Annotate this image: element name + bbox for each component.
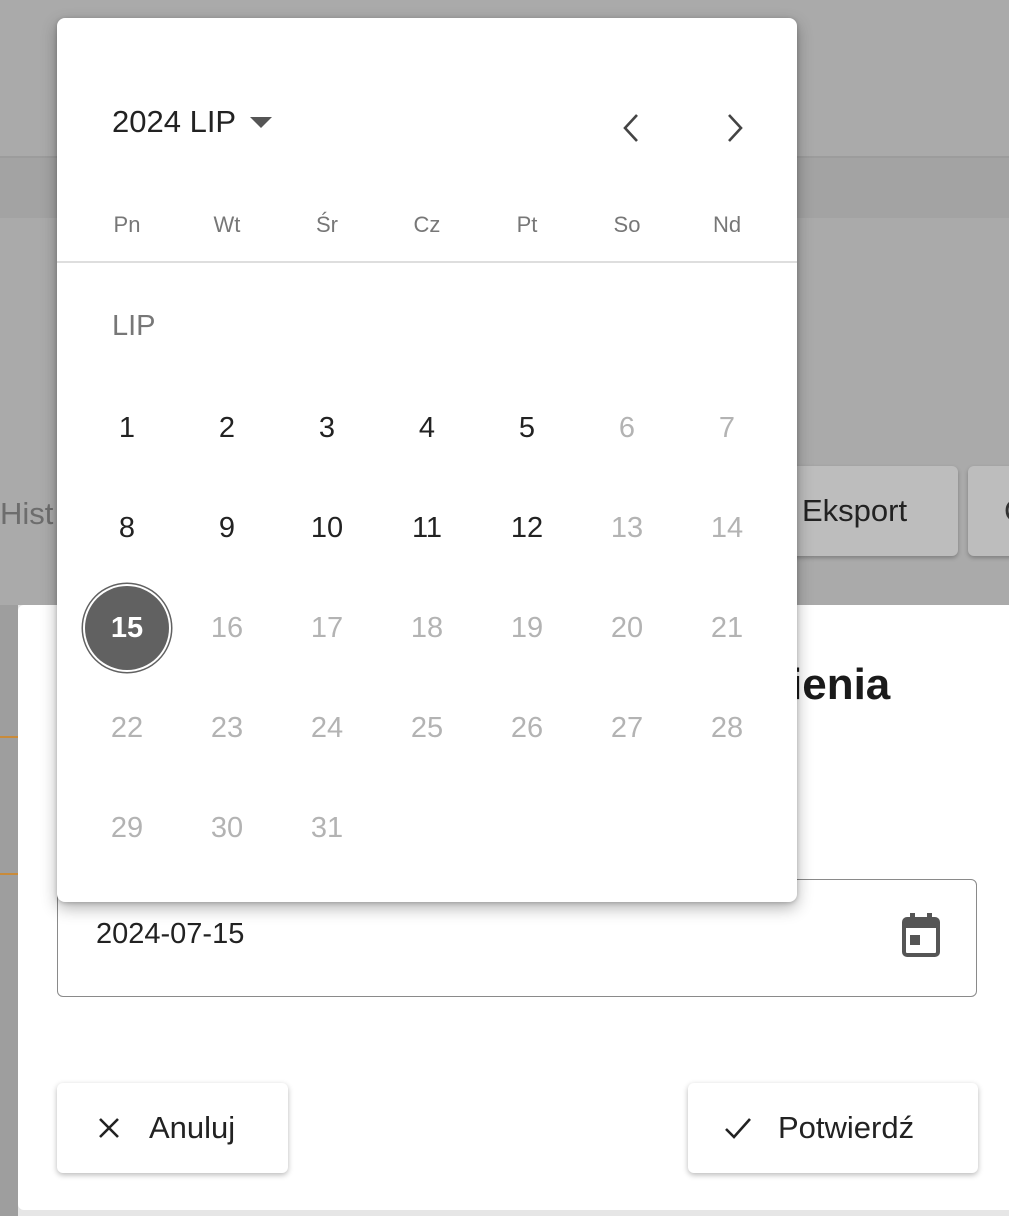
weekday-label: Nd [712, 212, 742, 237]
dialog-title: ienia [790, 660, 891, 709]
close-icon [95, 1114, 123, 1142]
day-cell[interactable]: 3 [277, 378, 377, 478]
weekday-label: So [613, 212, 641, 237]
day-cell-disabled: 17 [310, 611, 344, 644]
picker-divider [57, 261, 797, 263]
day-cell-disabled: 27 [610, 711, 644, 744]
day-cell-disabled: 30 [210, 811, 244, 844]
day-cell-empty [677, 778, 777, 878]
day-cell-disabled: 19 [510, 611, 544, 644]
picker-header-label: 2024 LIP [112, 104, 237, 139]
date-input-value[interactable]: 2024-07-15 [96, 918, 244, 951]
day-cell-empty [577, 778, 677, 878]
weekday-label: Pt [516, 212, 538, 237]
day-cell-empty [377, 778, 477, 878]
day-cell[interactable]: 11 [377, 478, 477, 578]
day-cell-disabled: 7 [718, 411, 736, 444]
caret-down-icon [250, 116, 273, 128]
chevron-right-icon [728, 114, 743, 142]
day-cell-disabled: 6 [618, 411, 636, 444]
day-cell[interactable]: 1 [77, 378, 177, 478]
day-cell-disabled: 24 [310, 711, 344, 744]
export-button: Eksport [784, 466, 958, 556]
day-cell-disabled: 25 [410, 711, 444, 744]
day-cell[interactable]: 2 [177, 378, 277, 478]
day-cell-disabled: 26 [510, 711, 544, 744]
month-year-selector[interactable]: 2024 LIP [112, 104, 273, 140]
month-label: LIP [112, 310, 156, 342]
history-tab-partial: Hist [0, 496, 54, 531]
background-accent-line [0, 736, 18, 738]
day-cell-disabled: 13 [610, 511, 644, 544]
weekday-header-row: Pn Wt Śr Cz Pt So Nd [77, 208, 777, 242]
day-cell-disabled: 29 [110, 811, 144, 844]
next-button-partial: C [968, 466, 1009, 556]
day-cell-disabled: 31 [310, 811, 344, 844]
day-cell[interactable]: 10 [277, 478, 377, 578]
weekday-label: Wt [213, 212, 241, 237]
cancel-button-label: Anuluj [149, 1110, 236, 1145]
weekday-label: Pn [113, 212, 141, 237]
day-cell-disabled: 20 [610, 611, 644, 644]
day-cell[interactable]: 12 [477, 478, 577, 578]
day-cell[interactable]: 8 [77, 478, 177, 578]
weekday-label: Cz [413, 212, 441, 237]
day-cell-disabled: 16 [210, 611, 244, 644]
cancel-button[interactable]: Anuluj [57, 1083, 288, 1173]
selected-day-label: 15 [85, 586, 169, 670]
day-cell-disabled: 18 [410, 611, 444, 644]
confirm-button[interactable]: Potwierdź [688, 1083, 978, 1173]
day-cell-empty [477, 778, 577, 878]
chevron-left-icon [623, 114, 638, 142]
day-cell[interactable]: 9 [177, 478, 277, 578]
confirm-button-label: Potwierdź [778, 1110, 915, 1145]
day-cell-disabled: 23 [210, 711, 244, 744]
day-cell[interactable]: 5 [477, 378, 577, 478]
day-cell[interactable]: 4 [377, 378, 477, 478]
calendar-icon[interactable] [896, 910, 946, 960]
background-accent-line [0, 873, 18, 875]
day-cell-selected[interactable]: 15 [77, 578, 177, 678]
weekday-label: Śr [316, 212, 338, 237]
check-icon [724, 1114, 752, 1142]
background-left-edge [0, 605, 18, 1216]
next-month-button[interactable] [705, 98, 765, 158]
previous-month-button[interactable] [601, 98, 661, 158]
date-picker-popup: 2024 LIP Pn Wt Śr Cz Pt So Nd LIP 1 2 3 … [57, 18, 797, 902]
day-cell-disabled: 28 [710, 711, 744, 744]
day-cell-disabled: 21 [710, 611, 744, 644]
day-grid: 1 2 3 4 5 6 7 8 9 10 11 12 13 14 15 16 1… [77, 378, 777, 878]
day-cell-disabled: 14 [710, 511, 744, 544]
day-cell-disabled: 22 [110, 711, 144, 744]
